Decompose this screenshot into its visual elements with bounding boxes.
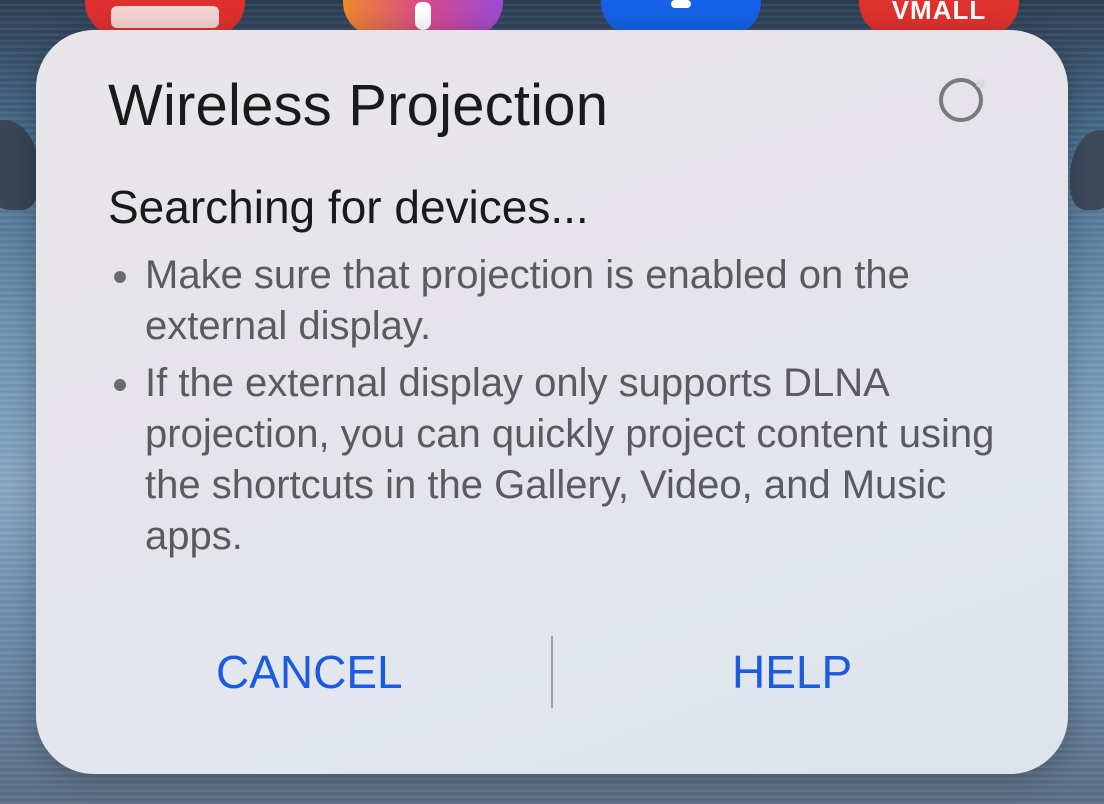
dialog-title: Wireless Projection <box>108 73 609 138</box>
button-divider <box>551 636 553 708</box>
tip-item: Make sure that projection is enabled on … <box>108 250 1008 352</box>
tip-item: If the external display only supports DL… <box>108 358 1008 562</box>
loading-spinner-icon <box>939 78 985 122</box>
search-status-text: Searching for devices... <box>108 181 589 233</box>
book-icon <box>111 6 219 28</box>
vmall-app-label: VMALL <box>891 0 987 25</box>
help-button[interactable]: HELP <box>722 636 862 708</box>
wireless-projection-dialog: Wireless Projection Searching for device… <box>36 30 1068 774</box>
app-glyph-icon <box>671 0 691 8</box>
spinner-dot <box>976 79 985 88</box>
cancel-button[interactable]: CANCEL <box>206 636 413 708</box>
brush-icon <box>415 2 431 30</box>
tips-list: Make sure that projection is enabled on … <box>108 250 1008 568</box>
